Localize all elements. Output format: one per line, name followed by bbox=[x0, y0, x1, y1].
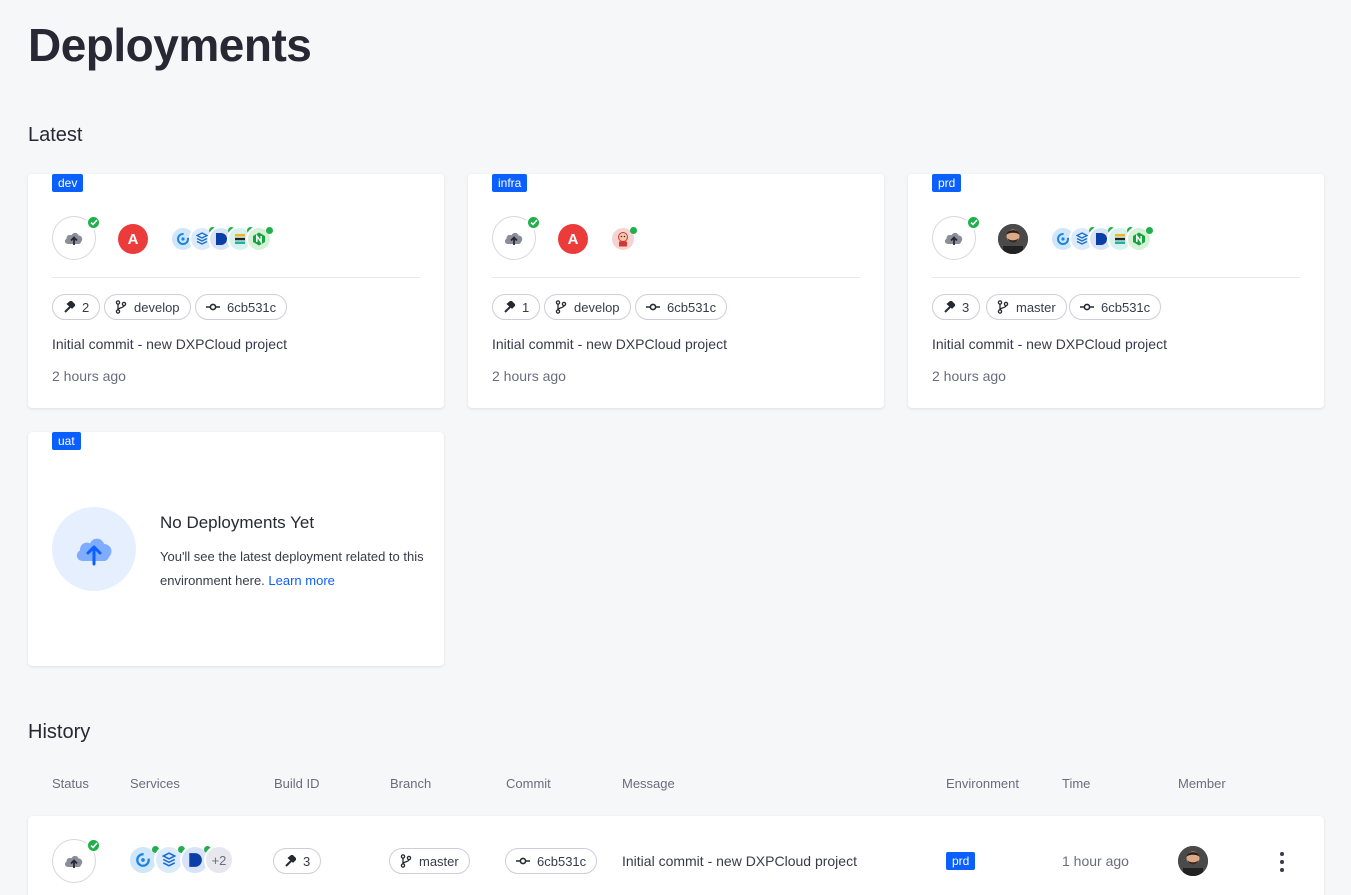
page-title: Deployments bbox=[28, 19, 312, 71]
empty-illustration bbox=[52, 507, 136, 591]
services-stack bbox=[610, 226, 640, 252]
services-stack: +2 bbox=[128, 845, 238, 875]
cloud-upload-icon bbox=[944, 232, 963, 245]
build-chip: 2 bbox=[52, 294, 101, 320]
column-header-services: Services bbox=[130, 776, 180, 791]
env-tag: uat bbox=[52, 432, 81, 450]
commit-icon bbox=[1080, 303, 1094, 311]
branch-icon bbox=[400, 854, 412, 868]
deploy-time: 1 hour ago bbox=[1062, 853, 1129, 869]
build-id: 1 bbox=[522, 299, 530, 315]
branch-icon bbox=[555, 300, 567, 314]
hammer-icon bbox=[504, 301, 515, 313]
column-header-message: Message bbox=[622, 776, 675, 791]
branch-name: master bbox=[419, 853, 459, 869]
branch-icon bbox=[997, 300, 1009, 314]
branch-name: develop bbox=[574, 299, 620, 315]
commit-hash: 6cb531c bbox=[667, 299, 717, 315]
column-header-status: Status bbox=[52, 776, 89, 791]
env-tag: dev bbox=[52, 174, 84, 192]
hammer-icon bbox=[944, 301, 955, 313]
commit-chip: 6cb531c bbox=[195, 294, 288, 320]
env-tag: infra bbox=[492, 174, 528, 192]
table-row[interactable]: +2 3 master 6cb531c Initial commit - new… bbox=[28, 816, 1324, 895]
deploy-status bbox=[52, 838, 101, 883]
column-header-member: Member bbox=[1178, 776, 1226, 791]
deploy-time: 2 hours ago bbox=[932, 368, 1006, 384]
commit-hash: 6cb531c bbox=[537, 853, 587, 869]
services-stack bbox=[170, 226, 290, 252]
build-chip: 3 bbox=[932, 294, 981, 320]
commit-hash: 6cb531c bbox=[1101, 299, 1151, 315]
branch-chip: develop bbox=[544, 294, 631, 320]
env-tag: prd bbox=[932, 174, 962, 192]
services-stack bbox=[1050, 226, 1170, 252]
build-id: 3 bbox=[962, 299, 970, 315]
divider bbox=[492, 277, 860, 278]
learn-more-link[interactable]: Learn more bbox=[268, 573, 334, 588]
commit-icon bbox=[646, 303, 660, 311]
deploy-status bbox=[492, 215, 541, 260]
cloud-upload-icon bbox=[76, 538, 112, 566]
hammer-icon bbox=[64, 301, 75, 313]
commit-chip: 6cb531c bbox=[635, 294, 728, 320]
kebab-icon[interactable] bbox=[1278, 852, 1286, 872]
branch-icon bbox=[115, 300, 127, 314]
check-icon bbox=[526, 215, 541, 230]
member-avatar bbox=[1178, 846, 1208, 876]
deploy-status bbox=[52, 215, 101, 260]
deploy-time: 2 hours ago bbox=[492, 368, 566, 384]
build-id: 3 bbox=[303, 853, 311, 869]
member-avatar bbox=[998, 224, 1028, 254]
commit-chip: 6cb531c bbox=[505, 848, 598, 874]
deploy-status bbox=[932, 215, 981, 260]
commit-message: Initial commit - new DXPCloud project bbox=[492, 336, 727, 352]
column-header-branch: Branch bbox=[390, 776, 432, 791]
check-icon bbox=[86, 838, 101, 853]
env-tag: prd bbox=[946, 852, 976, 870]
build-chip: 3 bbox=[273, 848, 322, 874]
deployment-card-prd[interactable]: prd 3 master 6cb531c Initial commit - ne… bbox=[908, 174, 1324, 408]
webserver-service-icon bbox=[1126, 226, 1153, 252]
cloud-upload-icon bbox=[504, 232, 523, 245]
deployment-card-dev[interactable]: dev A 2 develop 6cb531c Initial commit -… bbox=[28, 174, 444, 408]
check-icon bbox=[86, 215, 101, 230]
column-header-time: Time bbox=[1062, 776, 1091, 791]
divider bbox=[52, 277, 420, 278]
hammer-icon bbox=[285, 855, 296, 867]
commit-message: Initial commit - new DXPCloud project bbox=[622, 853, 857, 869]
column-header-commit: Commit bbox=[506, 776, 551, 791]
empty-description: You'll see the latest deployment related… bbox=[160, 549, 424, 588]
deployment-card-infra[interactable]: infra A 1 develop 6cb531c Initial commit… bbox=[468, 174, 884, 408]
branch-chip: master bbox=[986, 294, 1067, 320]
commit-icon bbox=[516, 857, 530, 865]
branch-name: develop bbox=[134, 299, 180, 315]
history-section-title: History bbox=[28, 721, 91, 743]
avatar: A bbox=[118, 224, 148, 254]
branch-name: master bbox=[1016, 299, 1056, 315]
commit-message: Initial commit - new DXPCloud project bbox=[932, 336, 1167, 352]
cloud-upload-icon bbox=[64, 232, 83, 245]
cloud-upload-icon bbox=[64, 855, 83, 868]
webserver-service-icon bbox=[246, 226, 273, 252]
avatar: A bbox=[558, 224, 588, 254]
column-header-build-id: Build ID bbox=[274, 776, 320, 791]
deployment-card-uat: uat No Deployments Yet You'll see the la… bbox=[28, 432, 444, 666]
more-services-count: +2 bbox=[204, 845, 234, 875]
divider bbox=[932, 277, 1300, 278]
commit-chip: 6cb531c bbox=[1069, 294, 1162, 320]
branch-chip: master bbox=[389, 848, 470, 874]
commit-hash: 6cb531c bbox=[227, 299, 277, 315]
check-icon bbox=[966, 215, 981, 230]
column-header-environment: Environment bbox=[946, 776, 1019, 791]
build-chip: 1 bbox=[492, 294, 541, 320]
build-id: 2 bbox=[82, 299, 90, 315]
commit-icon bbox=[206, 303, 220, 311]
deploy-time: 2 hours ago bbox=[52, 368, 126, 384]
latest-section-title: Latest bbox=[28, 124, 83, 146]
empty-title: No Deployments Yet bbox=[160, 513, 315, 532]
branch-chip: develop bbox=[104, 294, 191, 320]
commit-message: Initial commit - new DXPCloud project bbox=[52, 336, 287, 352]
jenkins-service-icon bbox=[610, 226, 637, 252]
